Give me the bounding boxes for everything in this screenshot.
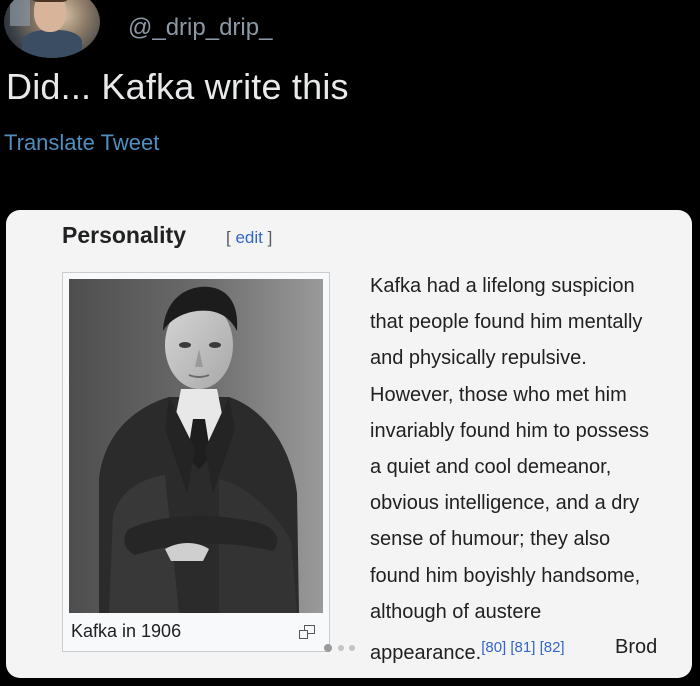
- wikipedia-excerpt-image[interactable]: Personality [ edit ] Kafka in 1906 Kafka…: [6, 210, 692, 678]
- paragraph-line: invariably found him to possess: [370, 419, 650, 442]
- edit-bracket-open: [: [226, 228, 231, 247]
- user-handle[interactable]: @_drip_drip_: [128, 14, 272, 42]
- avatar-hair: [32, 0, 68, 2]
- paragraph-line: Kafka had a lifelong suspicion: [370, 275, 635, 297]
- personality-paragraph: Kafka had a lifelong suspicion that peop…: [370, 268, 690, 671]
- edit-section-link: [ edit ]: [226, 228, 272, 248]
- paragraph-line: found him boyishly handsome,: [370, 564, 641, 587]
- avatar[interactable]: [4, 0, 100, 58]
- paragraph-line: appearance.: [370, 642, 482, 665]
- next-paragraph-start: Brod: [615, 636, 658, 658]
- paragraph-line: although of austere: [370, 600, 542, 623]
- avatar-shirt: [22, 30, 82, 58]
- section-heading: Personality: [62, 222, 186, 248]
- image-thumbnail: Kafka in 1906: [62, 272, 330, 652]
- paragraph-line: a quiet and cool demeanor,: [370, 456, 612, 479]
- edit-bracket-close: ]: [267, 228, 273, 247]
- paragraph-line: However, those who met him: [370, 383, 627, 406]
- tweet-screenshot: @_drip_drip_ Did... Kafka write this Tra…: [0, 0, 700, 686]
- paragraph-line: obvious intelligence, and a dry: [370, 492, 640, 515]
- magnify-clip-icon[interactable]: [299, 625, 315, 639]
- kafka-portrait-photo: [69, 279, 323, 613]
- paragraph-line: that people found him mentally: [370, 311, 643, 334]
- translate-tweet-link[interactable]: Translate Tweet: [4, 130, 159, 156]
- tweet-text: Did... Kafka write this: [6, 66, 349, 107]
- avatar-face: [34, 0, 66, 32]
- paragraph-line: and physically repulsive.: [370, 347, 587, 370]
- carousel-dots-icon: [324, 644, 355, 652]
- avatar-background-sign: [10, 0, 30, 26]
- paragraph-line: sense of humour; they also: [370, 528, 611, 551]
- edit-link-label: edit: [235, 228, 263, 247]
- image-caption: Kafka in 1906: [71, 621, 182, 641]
- citation-references: [80] [81] [82]: [481, 639, 565, 657]
